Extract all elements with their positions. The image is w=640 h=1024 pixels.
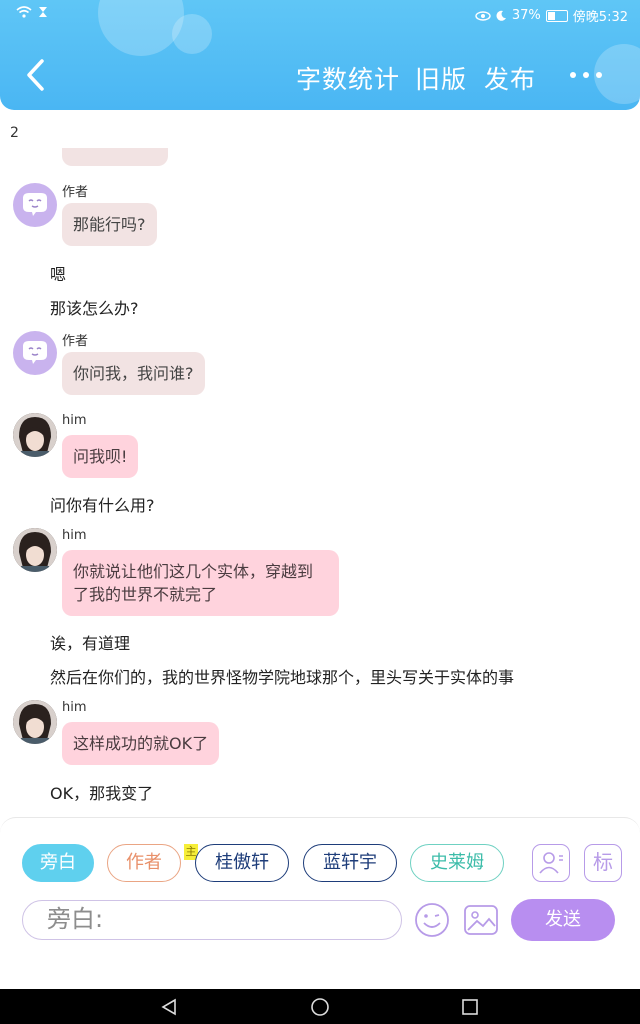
role-chip-narrator[interactable]: 旁白 [22,844,94,882]
hourglass-icon [39,7,47,17]
him-avatar[interactable] [13,413,57,457]
publish-button[interactable]: 发布 [484,60,536,96]
page-number: 2 [10,125,19,141]
role-chip-character[interactable]: 史莱姆 [410,844,504,882]
narration-line[interactable]: OK，那我变了 [50,780,153,804]
message-bubble[interactable]: 那能行吗? [62,203,157,246]
clock: 傍晚5:32 [572,10,628,25]
back-arrow-icon[interactable] [22,58,50,92]
moon-icon [496,10,506,21]
narration-line[interactable]: 诶，有道理 [50,630,130,654]
message-input[interactable]: 旁白: [22,900,402,940]
role-chip-character[interactable]: 蓝轩宇 [303,844,397,882]
narration-line[interactable]: 嗯 [50,261,66,285]
speaker-name: him [62,528,87,543]
him-avatar[interactable] [13,528,57,572]
image-icon[interactable] [463,902,499,938]
word-count-button[interactable]: 字数统计 [296,60,400,96]
message-bubble[interactable]: 你问我，我问谁? [62,352,205,395]
message-bubble[interactable]: 你就说让他们这几个实体，穿越到 了我的世界不就完了 [62,550,339,616]
top-header: 37% 傍晚5:32 字数统计 旧版 发布 [0,0,640,110]
speaker-name: 作者 [62,334,89,349]
nav-back-icon[interactable] [160,998,178,1016]
status-bar: 37% 傍晚5:32 [0,0,640,28]
message-bubble[interactable]: 问我呗! [62,435,139,478]
character-manage-button[interactable] [532,844,570,882]
author-avatar[interactable] [13,183,57,227]
wifi-icon [16,6,32,18]
message-bubble[interactable]: 这样成功的就OK了 [62,722,220,765]
chat-bubble-icon [23,341,47,364]
author-avatar[interactable] [13,331,57,375]
message-line: 了我的世界不就完了 [73,585,218,604]
nav-home-icon[interactable] [310,997,330,1017]
speaker-name: him [62,700,87,715]
role-chip-character[interactable]: 桂傲轩 [195,844,289,882]
character-portrait-icon [13,413,57,457]
chat-bubble-icon [23,193,47,216]
nav-recents-icon[interactable] [461,998,479,1016]
tag-button[interactable]: 标 [584,844,622,882]
more-menu-icon[interactable] [570,72,602,78]
narration-line[interactable]: 然后在你们的，我的世界怪物学院地球那个，里头写关于实体的事 [50,664,514,688]
person-icon [539,852,563,874]
eye-icon [475,10,491,21]
battery-percent: 37% [511,8,541,23]
system-nav-bar [0,989,640,1024]
speaker-name: 作者 [62,185,89,200]
him-avatar[interactable] [13,700,57,744]
narration-line[interactable]: 那该怎么办? [50,295,139,319]
message-line: 你就说让他们这几个实体，穿越到 [73,562,314,581]
speaker-name: him [62,413,87,428]
old-version-button[interactable]: 旧版 [415,60,467,96]
emoji-icon[interactable] [414,902,450,938]
character-portrait-icon [13,528,57,572]
role-chip-author[interactable]: 作者 [107,844,181,882]
narration-line[interactable]: 问你有什么用? [50,492,155,516]
character-portrait-icon [13,700,57,744]
send-button[interactable]: 发送 [511,899,615,941]
battery-icon [545,9,568,22]
compose-panel: 旁白 作者 主 桂傲轩 蓝轩宇 史莱姆 标 旁白: 发送 [0,817,640,990]
message-bubble-partial[interactable] [62,148,168,166]
